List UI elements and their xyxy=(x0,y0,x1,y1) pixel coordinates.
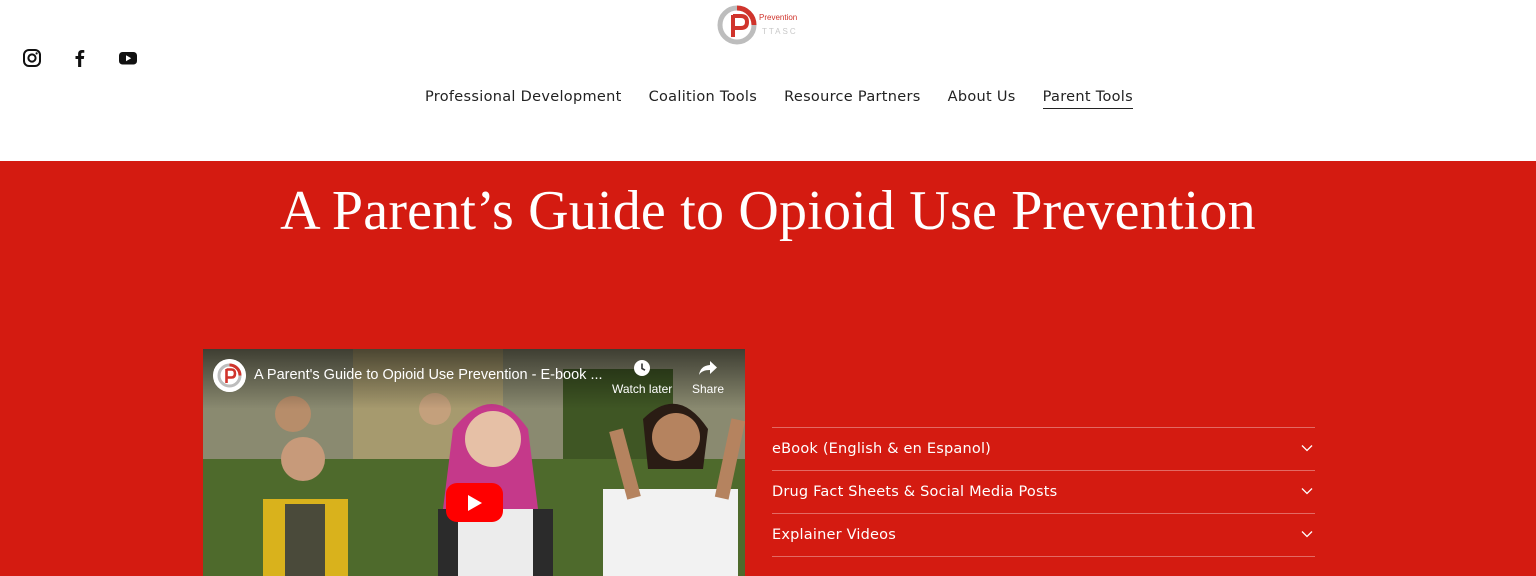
accordion-item-explainer-videos[interactable]: Explainer Videos xyxy=(772,514,1315,557)
chevron-down-icon xyxy=(1301,488,1313,495)
chevron-down-icon xyxy=(1301,531,1313,538)
share-icon xyxy=(699,361,718,375)
watch-later-label: Watch later xyxy=(612,382,673,396)
nav-resource-partners[interactable]: Resource Partners xyxy=(784,89,920,109)
hero-section: A Parent’s Guide to Opioid Use Preventio… xyxy=(0,161,1536,576)
video-player[interactable]: A Parent's Guide to Opioid Use Preventio… xyxy=(203,349,745,576)
site-header: Prevention TTASC Professional Developmen… xyxy=(0,0,1536,161)
nav-about-us[interactable]: About Us xyxy=(948,89,1016,109)
share-label: Share xyxy=(692,382,725,396)
chevron-down-icon xyxy=(1301,445,1313,452)
channel-logo-icon[interactable] xyxy=(213,359,246,392)
play-button[interactable] xyxy=(446,483,503,522)
share-button[interactable]: Share xyxy=(692,359,724,396)
site-logo[interactable]: Prevention TTASC xyxy=(716,3,806,47)
logo-subtitle: TTASC xyxy=(762,27,798,36)
social-links xyxy=(22,48,138,68)
accordion-label: eBook (English & en Espanol) xyxy=(772,441,992,457)
logo-mark-icon xyxy=(717,5,757,45)
video-title[interactable]: A Parent's Guide to Opioid Use Preventio… xyxy=(254,367,603,383)
accordion-label: Explainer Videos xyxy=(772,527,896,543)
accordion-label: Drug Fact Sheets & Social Media Posts xyxy=(772,484,1058,500)
watch-later-button[interactable]: Watch later xyxy=(612,359,672,396)
nav-professional-development[interactable]: Professional Development xyxy=(425,89,622,109)
nav-coalition-tools[interactable]: Coalition Tools xyxy=(649,89,758,109)
instagram-icon[interactable] xyxy=(22,48,42,68)
accordion-item-ebook[interactable]: eBook (English & en Espanol) xyxy=(772,428,1315,471)
youtube-icon[interactable] xyxy=(118,48,138,68)
facebook-icon[interactable] xyxy=(70,48,90,68)
accordion-item-fact-sheets[interactable]: Drug Fact Sheets & Social Media Posts xyxy=(772,471,1315,514)
main-nav: Professional Development Coalition Tools… xyxy=(0,89,1536,109)
page-title: A Parent’s Guide to Opioid Use Preventio… xyxy=(280,180,1256,242)
nav-parent-tools[interactable]: Parent Tools xyxy=(1042,89,1133,109)
clock-icon xyxy=(634,360,651,376)
resource-accordion: eBook (English & en Espanol) Drug Fact S… xyxy=(772,427,1315,557)
logo-title: Prevention xyxy=(759,13,798,22)
play-icon xyxy=(468,495,482,511)
